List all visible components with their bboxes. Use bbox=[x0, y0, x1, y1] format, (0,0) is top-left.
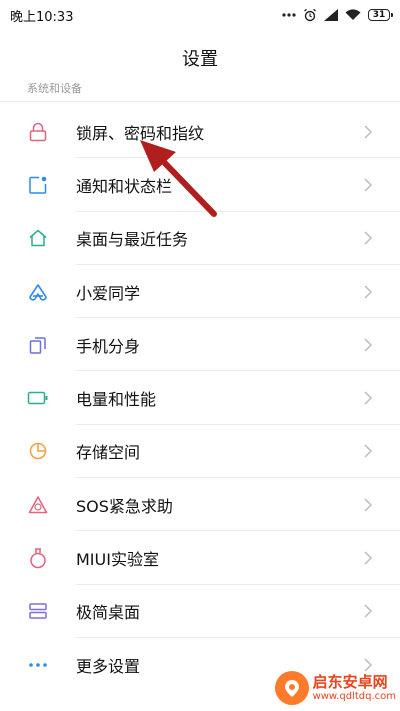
settings-item-storage[interactable]: 存储空间 bbox=[0, 425, 400, 479]
settings-item-label: 桌面与最近任务 bbox=[76, 230, 189, 250]
chevron-right-icon bbox=[364, 658, 373, 672]
settings-item-label: SOS紧急求助 bbox=[76, 496, 173, 516]
settings-item-home-screen[interactable]: 桌面与最近任务 bbox=[0, 212, 400, 265]
more-dots-icon bbox=[282, 13, 296, 17]
alarm-icon bbox=[304, 8, 316, 22]
status-icons: 31 bbox=[282, 8, 393, 22]
settings-item-label: 小爱同学 bbox=[76, 283, 141, 303]
settings-item-label: 存储空间 bbox=[76, 443, 141, 463]
wifi-icon bbox=[345, 9, 361, 20]
divider bbox=[0, 101, 400, 102]
home-icon bbox=[27, 227, 49, 249]
settings-item-lock-screen[interactable]: 锁屏、密码和指纹 bbox=[0, 105, 400, 159]
chevron-right-icon bbox=[364, 231, 373, 245]
storage-pie-icon bbox=[27, 440, 49, 462]
watermark-logo bbox=[274, 671, 309, 705]
watermark: 启东安卓网 www.qdltdq.com bbox=[274, 671, 396, 705]
watermark-url: www.qdltdq.com bbox=[312, 690, 396, 702]
signal-icon bbox=[324, 9, 338, 21]
chevron-right-icon bbox=[364, 178, 373, 192]
xiaoai-icon bbox=[27, 281, 49, 303]
chevron-right-icon bbox=[364, 391, 373, 405]
chevron-right-icon bbox=[364, 551, 373, 565]
settings-item-label: 手机分身 bbox=[76, 336, 141, 356]
chevron-right-icon bbox=[364, 285, 373, 299]
dual-phone-icon bbox=[27, 334, 49, 356]
settings-item-sos[interactable]: SOS紧急求助 bbox=[0, 478, 400, 532]
settings-list: 锁屏、密码和指纹 通知和状态栏 桌面与最近任务 小爱同学 手机分身 电量和性能 … bbox=[0, 105, 400, 691]
chevron-right-icon bbox=[364, 125, 373, 139]
battery-icon: 31 bbox=[368, 9, 393, 21]
settings-item-label: 锁屏、密码和指纹 bbox=[76, 123, 205, 143]
settings-item-label: 通知和状态栏 bbox=[76, 176, 173, 196]
settings-item-label: 极简桌面 bbox=[76, 603, 141, 623]
settings-item-simple-desktop[interactable]: 极简桌面 bbox=[0, 585, 400, 638]
settings-item-miui-lab[interactable]: MIUI实验室 bbox=[0, 531, 400, 585]
simple-desktop-icon bbox=[27, 600, 49, 622]
settings-item-battery[interactable]: 电量和性能 bbox=[0, 371, 400, 425]
status-time: 晚上10:33 bbox=[10, 9, 74, 25]
settings-item-label: MIUI实验室 bbox=[76, 550, 159, 570]
lock-icon bbox=[27, 121, 49, 143]
notification-icon bbox=[27, 174, 49, 196]
chevron-right-icon bbox=[364, 444, 373, 458]
watermark-name: 启东安卓网 bbox=[312, 673, 388, 692]
chevron-right-icon bbox=[364, 338, 373, 352]
more-dots-icon bbox=[27, 654, 49, 676]
lab-flask-icon bbox=[27, 547, 49, 569]
settings-item-label: 电量和性能 bbox=[76, 390, 157, 410]
settings-item-xiaoai[interactable]: 小爱同学 bbox=[0, 265, 400, 319]
chevron-right-icon bbox=[364, 604, 373, 618]
page-header: 设置 bbox=[0, 38, 400, 78]
status-bar: 晚上10:33 31 bbox=[0, 0, 400, 30]
chevron-right-icon bbox=[364, 498, 373, 512]
settings-item-second-space[interactable]: 手机分身 bbox=[0, 318, 400, 372]
battery-performance-icon bbox=[27, 387, 49, 409]
section-label: 系统和设备 bbox=[27, 82, 82, 95]
settings-item-label: 更多设置 bbox=[76, 656, 141, 676]
page-title: 设置 bbox=[182, 49, 218, 70]
sos-icon bbox=[27, 494, 49, 516]
settings-item-notifications[interactable]: 通知和状态栏 bbox=[0, 158, 400, 212]
